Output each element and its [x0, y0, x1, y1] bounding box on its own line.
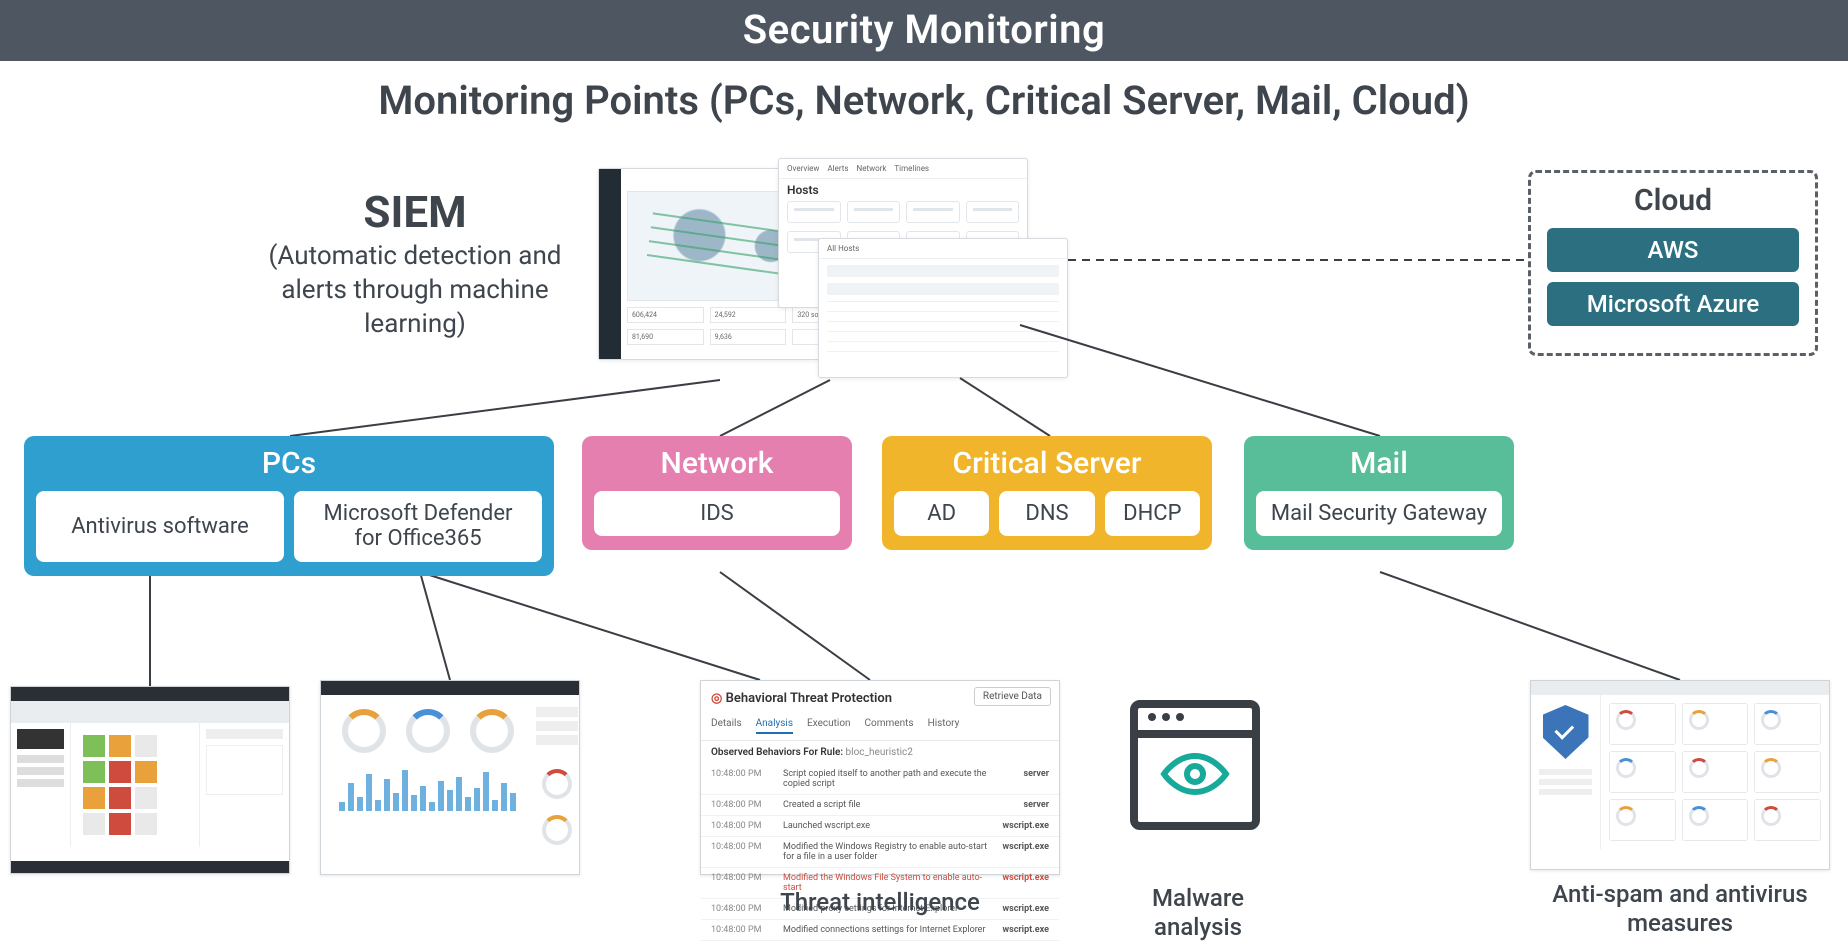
ids-panel-title: Behavioral Threat Protection [726, 691, 892, 706]
chip-mail-gateway: Mail Security Gateway [1256, 491, 1502, 536]
page-heading: Monitoring Points (PCs, Network, Critica… [0, 77, 1848, 124]
shield-icon [1543, 705, 1589, 759]
category-server-title: Critical Server [894, 446, 1200, 481]
ids-tabs: Details Analysis Execution Comments Hist… [701, 712, 1059, 741]
siem-stat: 81,690 [627, 329, 704, 345]
chip-dhcp: DHCP [1105, 491, 1200, 536]
category-pcs-title: PCs [36, 446, 542, 481]
ids-retrieve-button[interactable]: Retrieve Data [974, 687, 1051, 706]
ids-tab-history[interactable]: History [928, 718, 960, 734]
siem-allhosts-card: All Hosts [818, 238, 1068, 378]
cloud-tag-azure: Microsoft Azure [1547, 282, 1799, 326]
chip-antivirus: Antivirus software [36, 491, 284, 562]
category-network: Network IDS [582, 436, 852, 550]
siem-stat: 24,592 [710, 307, 787, 323]
thumb-mail [1530, 680, 1830, 870]
siem-label-block: SIEM (Automatic detection and alerts thr… [245, 190, 585, 341]
ids-tab-execution[interactable]: Execution [807, 718, 851, 734]
siem-allhosts-title: All Hosts [827, 244, 859, 253]
siem-stat: 9,636 [710, 329, 787, 345]
caption-malware: Malware analysis [1108, 884, 1288, 942]
thumb-antivirus [10, 686, 290, 874]
caption-threat-intel: Threat intelligence [700, 888, 1060, 916]
cloud-tag-aws: AWS [1547, 228, 1799, 272]
ids-tab-analysis[interactable]: Analysis [756, 718, 793, 734]
category-mail: Mail Mail Security Gateway [1244, 436, 1514, 550]
chip-ad: AD [894, 491, 989, 536]
siem-subtitle: (Automatic detection and alerts through … [245, 240, 585, 341]
cloud-box: Cloud AWS Microsoft Azure [1528, 170, 1818, 356]
category-mail-title: Mail [1256, 446, 1502, 481]
eye-icon [1158, 752, 1232, 796]
thumb-defender [320, 680, 580, 875]
ids-section-label: Observed Behaviors For Rule: [711, 747, 843, 758]
caption-mail: Anti-spam and antivirus measures [1530, 880, 1830, 938]
chip-dns: DNS [999, 491, 1094, 536]
siem-dashboard-thumb: 606,424 24,592 320 source 81,690 9,636 O… [598, 168, 1068, 380]
chip-defender: Microsoft Defender for Office365 [294, 491, 542, 562]
cloud-title: Cloud [1547, 183, 1799, 218]
thumb-ids: ◎ Behavioral Threat Protection Retrieve … [700, 680, 1060, 875]
siem-stat: 606,424 [627, 307, 704, 323]
malware-analysis-icon [1130, 700, 1260, 860]
siem-hosts-title: Hosts [779, 179, 1027, 197]
ids-tab-comments[interactable]: Comments [865, 718, 914, 734]
top-bar-title: Security Monitoring [743, 6, 1105, 53]
category-critical-server: Critical Server AD DNS DHCP [882, 436, 1212, 550]
chip-ids: IDS [594, 491, 840, 536]
top-bar: Security Monitoring [0, 0, 1848, 61]
category-pcs: PCs Antivirus software Microsoft Defende… [24, 436, 554, 576]
ids-tab-details[interactable]: Details [711, 718, 742, 734]
category-network-title: Network [594, 446, 840, 481]
ids-rule-name: bloc_heuristic2 [846, 747, 913, 758]
siem-title: SIEM [245, 190, 585, 234]
